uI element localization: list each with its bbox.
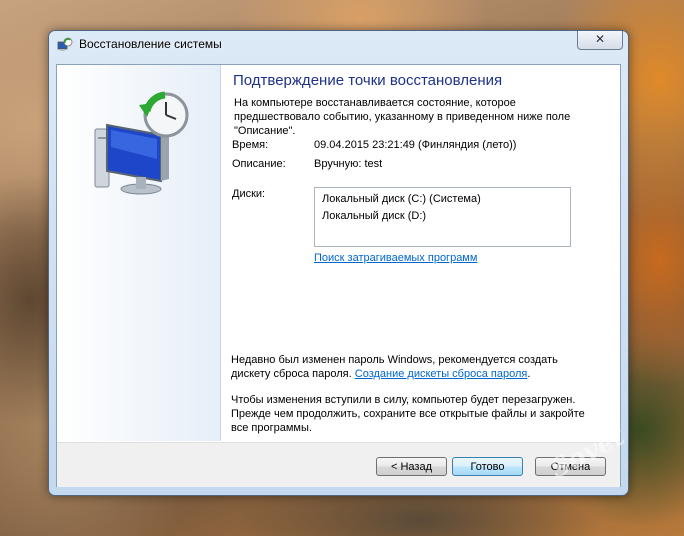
content-area: Подтверждение точки восстановления На ко… bbox=[220, 65, 620, 441]
back-button[interactable]: < Назад bbox=[376, 457, 447, 476]
close-icon: ✕ bbox=[594, 32, 606, 46]
password-reset-disk-link[interactable]: Создание дискеты сброса пароля bbox=[355, 368, 528, 380]
intro-text: На компьютере восстанавливается состояни… bbox=[234, 97, 571, 137]
system-restore-icon bbox=[57, 37, 73, 51]
dialog-client-area: Подтверждение точки восстановления На ко… bbox=[56, 64, 621, 487]
restore-computer-clock-icon bbox=[94, 91, 189, 195]
title-bar[interactable]: Восстановление системы ✕ bbox=[49, 31, 628, 57]
list-item[interactable]: Локальный диск (C:) (Система) bbox=[322, 193, 481, 205]
finish-button[interactable]: Готово bbox=[452, 457, 523, 476]
affected-programs-link[interactable]: Поиск затрагиваемых программ bbox=[314, 252, 477, 264]
time-value: 09.04.2015 23:21:49 (Финляндия (лето)) bbox=[314, 139, 517, 151]
list-item[interactable]: Локальный диск (D:) bbox=[322, 210, 426, 222]
disks-label: Диски: bbox=[232, 188, 266, 200]
password-note: Недавно был изменен пароль Windows, реко… bbox=[231, 353, 571, 381]
description-label: Описание: bbox=[232, 158, 286, 170]
password-note-end: . bbox=[527, 368, 531, 380]
side-panel bbox=[57, 65, 221, 441]
disks-list[interactable]: Локальный диск (C:) (Система) Локальный … bbox=[314, 187, 571, 247]
close-button[interactable]: ✕ bbox=[577, 31, 623, 50]
restart-note: Чтобы изменения вступили в силу, компьют… bbox=[231, 394, 585, 434]
system-restore-window: Восстановление системы ✕ Подтверждение т… bbox=[48, 30, 629, 496]
time-label: Время: bbox=[232, 139, 269, 151]
button-bar: < Назад Готово Отмена bbox=[57, 442, 620, 487]
window-title: Восстановление системы bbox=[79, 37, 222, 51]
description-value: Вручную: test bbox=[314, 158, 383, 170]
page-title: Подтверждение точки восстановления bbox=[233, 72, 503, 89]
